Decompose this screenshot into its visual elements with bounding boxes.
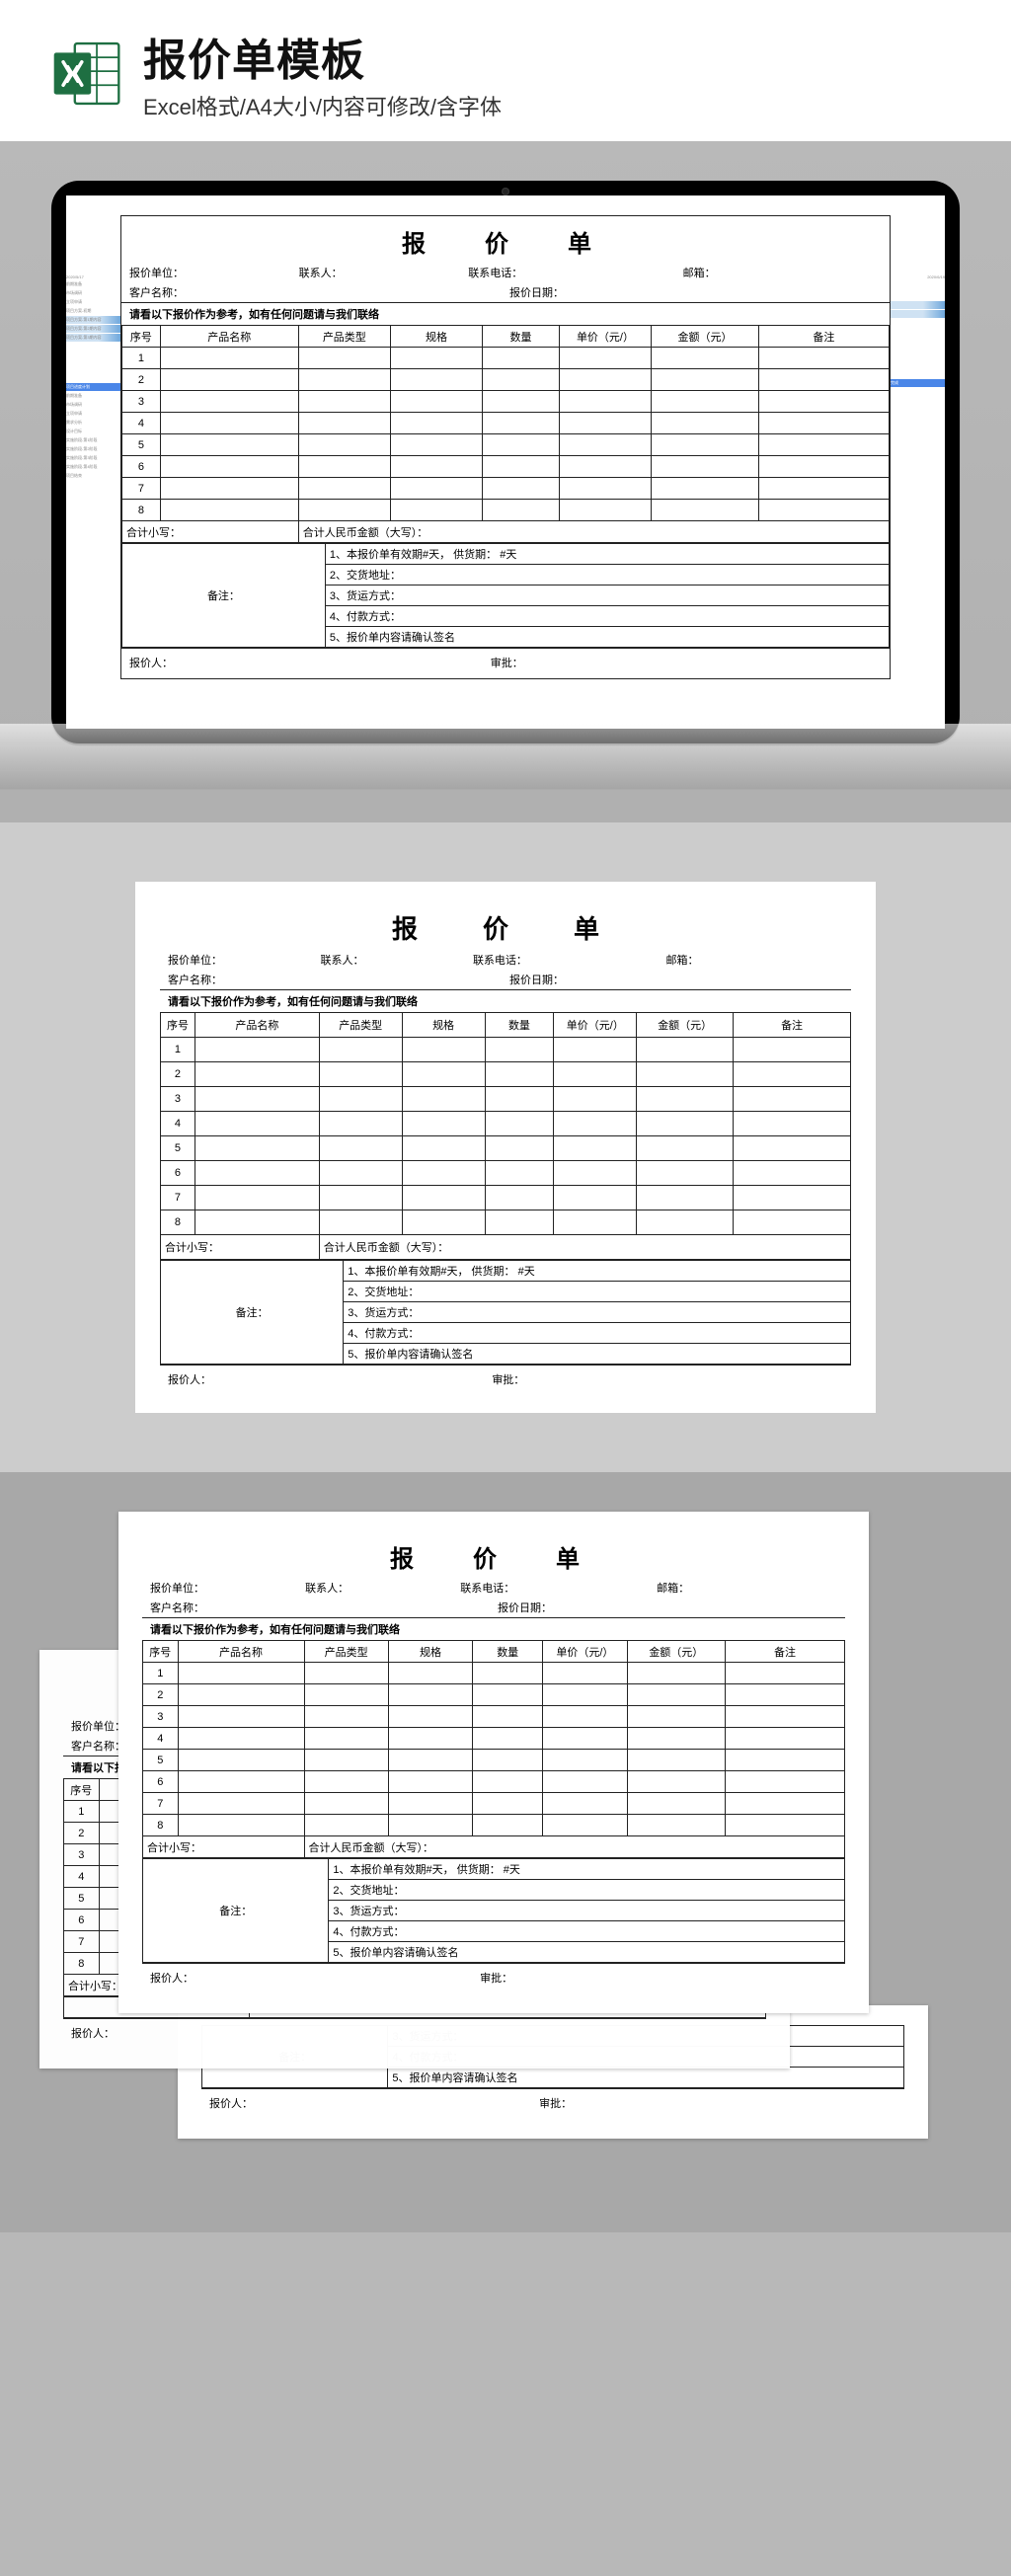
table-row: 7 (122, 478, 890, 500)
sheet-title: 报 价 单 (121, 216, 890, 263)
header-title: 报价单模板 (143, 25, 502, 88)
table-header-row: 序号 产品名称 产品类型 规格 数量 单价（元/） 金额（元） 备注 (122, 326, 890, 348)
quotation-table: 序号 产品名称 产品类型 规格 数量 单价（元/） 金额（元） 备注 1 2 3… (121, 325, 890, 543)
table-row: 1 (122, 348, 890, 369)
remark-block: 备注： 1、本报价单有效期#天， 供货期： #天 2、交货地址： 3、货运方式：… (121, 543, 890, 648)
instruction-text: 请看以下报价作为参考，如有任何问题请与我们联络 (121, 302, 890, 325)
laptop-screen: 2020/5/17 前期准备 市场调研 立项申请 项目方案-初期 项目方案-第1… (66, 195, 945, 729)
laptop-base (0, 724, 1011, 790)
laptop-mockup-section: 2020/5/17 前期准备 市场调研 立项申请 项目方案-初期 项目方案-第1… (0, 141, 1011, 822)
header-subtitle: Excel格式/A4大小/内容可修改/含字体 (143, 90, 502, 121)
table-row: 6 (122, 456, 890, 478)
laptop-frame: 2020/5/17 前期准备 市场调研 立项申请 项目方案-初期 项目方案-第1… (51, 181, 960, 743)
svg-text:X: X (64, 60, 81, 88)
table-row: 5 (122, 434, 890, 456)
camera-icon (502, 188, 509, 195)
bg-gantt-right: 2020/6/19 完成 (891, 195, 945, 729)
quotation-sheet-overlay-front: 报 价 单 报价单位： 联系人： 联系电话： 邮箱： 客户名称： 报价日期： 请… (118, 1512, 869, 2013)
footer-row: 报价人： 审批： (121, 648, 890, 678)
table-row: 2 (122, 369, 890, 391)
preview-panel-2: 报 价 单 报价单位： 联系人： 联系电话： 邮箱： 客户名称： 报价日期： 请… (0, 822, 1011, 1472)
quotation-sheet: 报 价 单 报价单位： 联系人： 联系电话： 邮箱： 客户名称： 报价日期： 请… (135, 882, 876, 1413)
info-row-2: 客户名称： 报价日期： (121, 282, 890, 302)
table-row: 8 (122, 500, 890, 521)
quotation-sheet: 报 价 单 报价单位： 联系人： 联系电话： 邮箱： 客户名称： 报价日期： 请… (120, 215, 891, 679)
sum-row: 合计小写： 合计人民币金额（大写）： (122, 521, 890, 543)
page-header: X 报价单模板 Excel格式/A4大小/内容可修改/含字体 (0, 0, 1011, 141)
preview-panel-3: 报 价 单 报价单位： 联系人： 客户名称： 请看以下报价作为参考，如有任何问题… (0, 1472, 1011, 2232)
table-row: 3 (122, 391, 890, 413)
info-row-1: 报价单位： 联系人： 联系电话： 邮箱： (121, 263, 890, 282)
bg-gantt-left: 2020/5/17 前期准备 市场调研 立项申请 项目方案-初期 项目方案-第1… (66, 195, 120, 729)
table-row: 4 (122, 413, 890, 434)
excel-icon: X (49, 37, 123, 111)
